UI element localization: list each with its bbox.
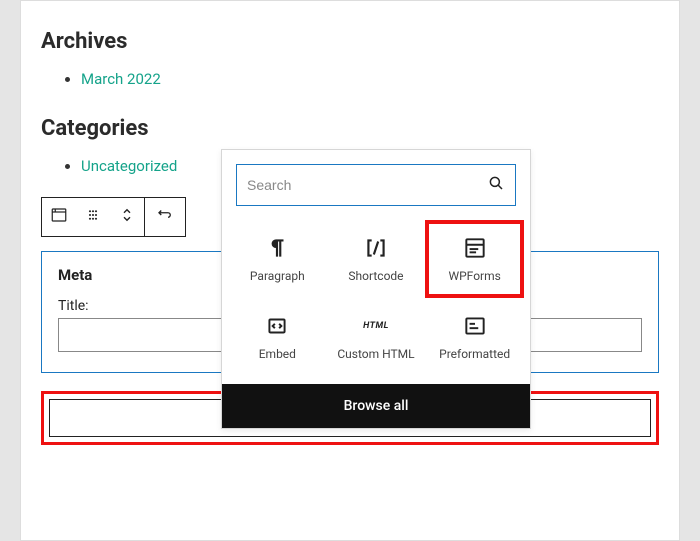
archives-list: March 2022	[41, 70, 659, 88]
block-label: Shortcode	[348, 269, 403, 283]
editor-canvas: Archives March 2022 Categories Uncategor…	[20, 0, 680, 541]
block-type-button[interactable]	[42, 198, 76, 236]
block-label: Preformatted	[439, 347, 510, 361]
preformatted-icon	[462, 313, 488, 339]
block-custom-html[interactable]: HTML Custom HTML	[327, 298, 426, 376]
block-label: Paragraph	[250, 269, 305, 283]
block-embed[interactable]: Embed	[228, 298, 327, 376]
list-item: March 2022	[81, 70, 659, 88]
browse-all-button[interactable]: Browse all	[222, 384, 530, 428]
block-label: Custom HTML	[337, 347, 414, 361]
search-icon	[487, 174, 505, 196]
search-wrap	[222, 150, 530, 220]
search-input[interactable]	[247, 177, 487, 193]
block-shortcode[interactable]: Shortcode	[327, 220, 426, 298]
drag-handle[interactable]	[76, 198, 110, 236]
block-paragraph[interactable]: Paragraph	[228, 220, 327, 298]
move-buttons[interactable]	[110, 198, 144, 236]
block-inserter-popover: Paragraph Shortcode	[221, 149, 531, 429]
paragraph-icon	[264, 235, 290, 261]
block-toolbar	[41, 197, 186, 237]
widget-icon	[50, 206, 68, 228]
transform-button[interactable]	[145, 198, 185, 236]
block-wpforms[interactable]: WPForms	[425, 220, 524, 298]
html-icon: HTML	[363, 313, 389, 339]
block-label: Embed	[259, 347, 296, 361]
block-label: WPForms	[448, 269, 500, 283]
block-grid: Paragraph Shortcode	[222, 220, 530, 384]
categories-heading: Categories	[41, 116, 659, 141]
embed-icon	[264, 313, 290, 339]
archives-heading: Archives	[41, 29, 659, 54]
block-preformatted[interactable]: Preformatted	[425, 298, 524, 376]
swap-icon	[156, 206, 174, 228]
form-icon	[462, 235, 488, 261]
drag-icon	[84, 206, 102, 228]
search-field-wrap	[236, 164, 516, 206]
chevron-updown-icon	[118, 206, 136, 228]
archive-link[interactable]: March 2022	[81, 70, 161, 88]
category-link[interactable]: Uncategorized	[81, 157, 177, 175]
shortcode-icon	[363, 235, 389, 261]
